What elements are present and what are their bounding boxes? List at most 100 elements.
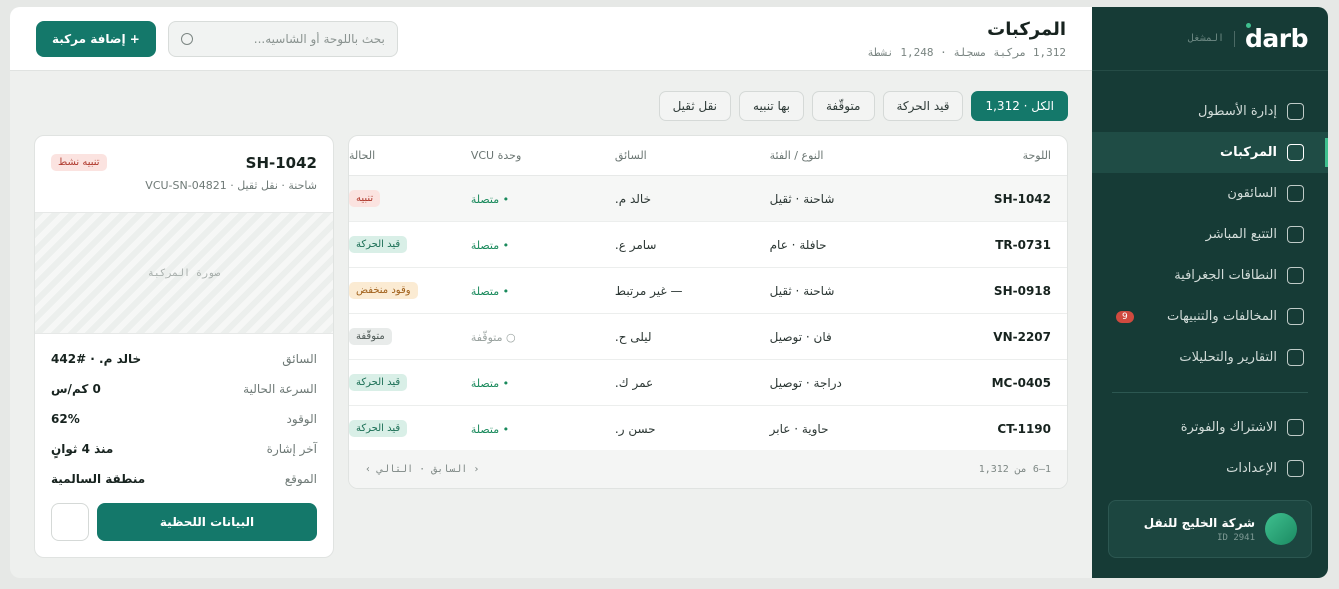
cell-type: حافلة · عام xyxy=(769,237,827,252)
column-plate[interactable]: اللوحة xyxy=(919,149,1051,162)
pagination-separator: · xyxy=(419,463,426,475)
detail-row-location: الموقع منطقة السالمية xyxy=(51,464,317,494)
sidebar-divider xyxy=(1112,392,1308,393)
table-row[interactable]: MC-0405 دراجة · توصيل عمر ك. • متصلة قيد… xyxy=(349,360,1067,406)
prev-page-link[interactable]: ‹ السابق xyxy=(431,464,479,475)
detail-value: خالد م. · #442 xyxy=(51,352,142,366)
column-driver[interactable]: السائق xyxy=(615,149,770,162)
next-page-link[interactable]: التالي › xyxy=(365,464,413,475)
sidebar-item-label: السائقون xyxy=(1227,186,1277,201)
geofence-icon xyxy=(1287,267,1304,284)
cell-vcu: • متصلة xyxy=(470,376,510,390)
cell-vcu: • متصلة xyxy=(470,284,510,298)
vehicle-image-placeholder: صورة المركبة xyxy=(35,212,333,334)
sidebar-item-fleet[interactable]: إدارة الأسطول xyxy=(1092,91,1328,132)
page-subtitle: 1,312 مركبة مسجلة · 1,248 نشطة xyxy=(867,45,1066,59)
fleet-icon xyxy=(1287,103,1304,120)
cell-driver: عمر ك. xyxy=(614,375,654,390)
filter-heavy[interactable]: نقل ثقيل xyxy=(658,91,732,121)
table-row[interactable]: CT-1190 حاوية · عابر حسن ر. • متصلة قيد … xyxy=(349,406,1067,452)
table-row[interactable]: SH-1042 شاحنة · ثقيل خالد م. • متصلة تنب… xyxy=(349,176,1067,222)
status-badge: قيد الحركة xyxy=(349,420,408,437)
table-row[interactable]: SH-0918 شاحنة · ثقيل — غير مرتبط • متصلة… xyxy=(349,268,1067,314)
sidebar-item-live-tracking[interactable]: التتبع المباشر xyxy=(1092,214,1328,255)
sidebar-item-vehicles[interactable]: المركبات xyxy=(1092,132,1328,173)
filter-alerts[interactable]: بها تنبيه xyxy=(739,91,804,121)
filter-all[interactable]: الكل · 1,312 xyxy=(971,91,1068,121)
header-actions: + إضافة مركبة xyxy=(36,20,398,57)
detail-row-speed: السرعة الحالية 0 كم/س xyxy=(51,374,317,404)
org-avatar xyxy=(1265,513,1297,545)
org-switcher[interactable]: شركة الخليج للنقل ID 2941 xyxy=(1108,500,1312,558)
cell-driver: سامر ع. xyxy=(614,237,657,252)
column-type[interactable]: النوع / الفئة xyxy=(770,149,919,162)
brand-logo[interactable]: darb xyxy=(1245,23,1309,53)
pagination-count: 1–6 من 1,312 xyxy=(978,463,1051,475)
filter-stopped[interactable]: متوقّفة xyxy=(812,91,875,121)
detail-row-fuel: الوقود 62% xyxy=(51,404,317,434)
cell-type: شاحنة · ثقيل xyxy=(769,191,835,206)
cell-plate: MC-0405 xyxy=(991,375,1051,390)
cell-driver: — غير مرتبط xyxy=(614,283,683,298)
filter-moving[interactable]: قيد الحركة xyxy=(882,91,964,121)
filter-chips: الكل · 1,312 قيد الحركة متوقّفة بها تنبي… xyxy=(658,91,1068,121)
cell-vcu: • متصلة xyxy=(470,422,510,436)
sidebar-item-billing[interactable]: الاشتراك والفوترة xyxy=(1092,407,1328,448)
table-row[interactable]: TR-0731 حافلة · عام سامر ع. • متصلة قيد … xyxy=(349,222,1067,268)
search-input[interactable] xyxy=(200,31,385,46)
settings-icon xyxy=(1287,460,1304,477)
cell-vcu: • متصلة xyxy=(470,238,510,252)
main-content: المركبات 1,312 مركبة مسجلة · 1,248 نشطة … xyxy=(10,7,1092,578)
sidebar-item-alerts[interactable]: المخالفات والتنبيهات 9 xyxy=(1092,296,1328,337)
live-data-button[interactable]: البيانات اللحظية xyxy=(97,503,317,541)
detail-fields: السائق خالد م. · #442 السرعة الحالية 0 ك… xyxy=(51,344,317,494)
header-titles: المركبات 1,312 مركبة مسجلة · 1,248 نشطة xyxy=(867,19,1066,59)
table-row[interactable]: VN-2207 فان · توصيل ليلى ح. ○ متوقّفة مت… xyxy=(349,314,1067,360)
cell-driver: خالد م. xyxy=(614,191,652,206)
app-window: darb المشغل إدارة الأسطول المركبات السائ… xyxy=(10,7,1328,578)
more-options-button[interactable] xyxy=(51,503,89,541)
column-vcu[interactable]: وحدة VCU xyxy=(471,149,615,162)
status-badge: تنبيه xyxy=(349,190,381,207)
status-badge: وقود منخفض xyxy=(349,282,418,299)
detail-key: آخر إشارة xyxy=(266,442,317,456)
cell-plate: TR-0731 xyxy=(995,237,1051,252)
detail-key: السائق xyxy=(282,352,317,366)
status-badge: قيد الحركة xyxy=(349,374,408,391)
brand-name: darb xyxy=(1245,24,1309,53)
status-badge: قيد الحركة xyxy=(349,236,408,253)
cell-type: دراجة · توصيل xyxy=(769,375,842,390)
sidebar-item-label: التقارير والتحليلات xyxy=(1179,350,1277,365)
sidebar-item-drivers[interactable]: السائقون xyxy=(1092,173,1328,214)
detail-subtitle: شاحنة · نقل ثقيل · VCU-SN-04821 xyxy=(145,179,317,192)
detail-key: الوقود xyxy=(286,412,317,426)
cell-type: حاوية · عابر xyxy=(769,421,829,436)
sidebar-item-reports[interactable]: التقارير والتحليلات xyxy=(1092,337,1328,378)
org-name: شركة الخليج للنقل xyxy=(1143,515,1255,530)
page-title: المركبات xyxy=(987,18,1066,40)
vehicle-detail-panel: SH-1042 شاحنة · نقل ثقيل · VCU-SN-04821 … xyxy=(34,135,334,558)
reports-icon xyxy=(1287,349,1304,366)
cell-plate: VN-2207 xyxy=(993,329,1051,344)
vehicle-image-label: صورة المركبة xyxy=(147,267,221,279)
search-box[interactable] xyxy=(167,20,398,57)
cell-vcu: ○ متوقّفة xyxy=(470,330,516,344)
tracking-icon xyxy=(1287,226,1304,243)
sidebar-item-settings[interactable]: الإعدادات xyxy=(1092,448,1328,489)
sidebar-item-geofences[interactable]: النطاقات الجغرافية xyxy=(1092,255,1328,296)
column-status[interactable]: الحالة xyxy=(349,149,471,162)
cell-plate: SH-0918 xyxy=(993,283,1051,298)
add-vehicle-button[interactable]: + إضافة مركبة xyxy=(36,20,156,57)
status-badge: متوقّفة xyxy=(349,328,392,345)
brand-role: المشغل xyxy=(1187,33,1224,44)
detail-key: السرعة الحالية xyxy=(243,382,317,396)
sidebar-item-label: المركبات xyxy=(1220,145,1277,160)
sidebar-item-label: الإعدادات xyxy=(1226,461,1277,476)
detail-value: 62% xyxy=(51,412,80,426)
detail-titles: SH-1042 شاحنة · نقل ثقيل · VCU-SN-04821 xyxy=(145,154,317,192)
cell-driver: ليلى ح. xyxy=(614,329,652,344)
sidebar-item-label: الاشتراك والفوترة xyxy=(1180,420,1277,435)
detail-value: منذ 4 ثوانٍ xyxy=(51,442,114,456)
org-id: ID 2941 xyxy=(1217,532,1255,543)
detail-value: 0 كم/س xyxy=(51,382,101,396)
